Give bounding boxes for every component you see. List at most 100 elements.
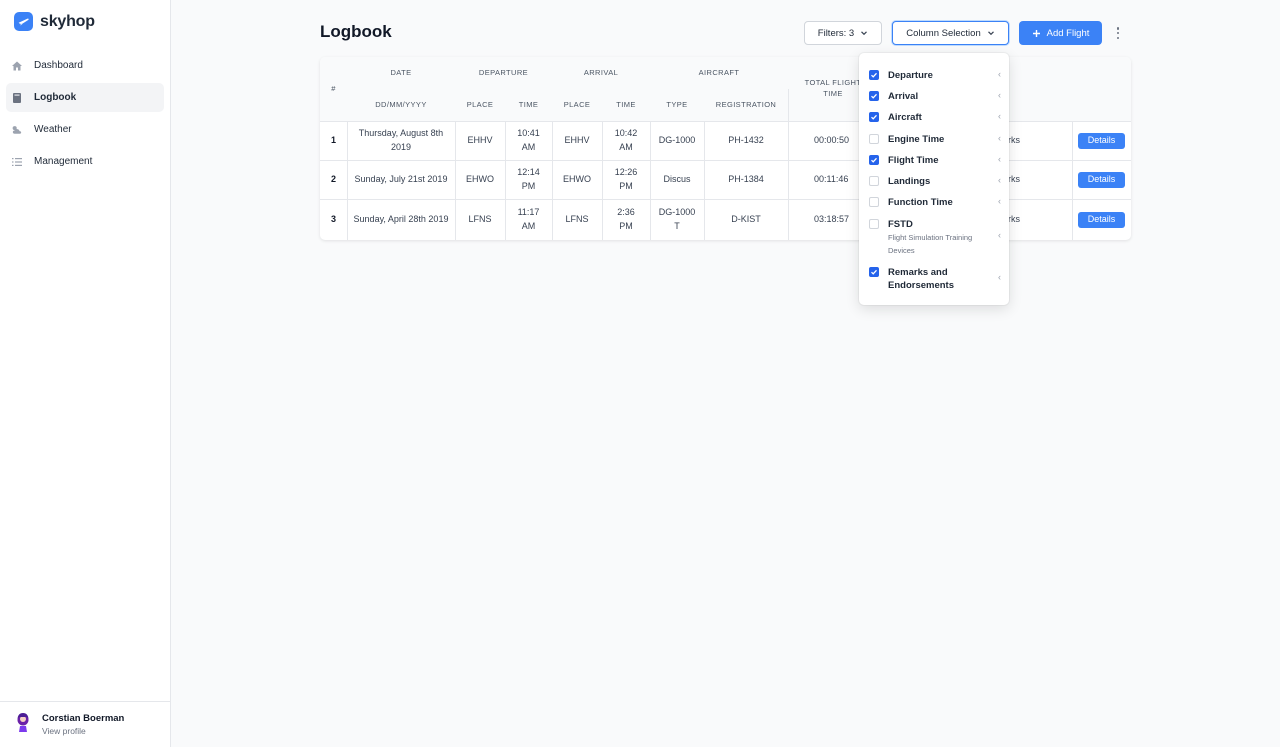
checkbox[interactable] xyxy=(869,134,879,144)
checkbox[interactable] xyxy=(869,70,879,80)
chevron-left-icon[interactable]: ‹ xyxy=(998,111,1001,121)
chevron-left-icon[interactable]: ‹ xyxy=(998,69,1001,79)
table-cell-type: Discus xyxy=(650,160,705,200)
column-option-aircraft[interactable]: Aircraft ‹ xyxy=(869,111,1001,124)
column-option-label: FSTD xyxy=(888,219,913,230)
sidebar-item-management[interactable]: Management xyxy=(6,147,164,176)
table-cell-date: Thursday, August 8th 2019 xyxy=(347,121,456,161)
skyhop-logo-icon xyxy=(14,12,33,31)
check-icon xyxy=(871,269,877,275)
sidebar-item-label: Management xyxy=(34,156,93,167)
header-actions xyxy=(1072,57,1131,122)
header-dep-place: Place xyxy=(455,89,506,122)
header-registration: Registration xyxy=(704,89,789,122)
details-button[interactable]: Details xyxy=(1078,211,1125,228)
header-departure: Departure xyxy=(455,57,553,90)
checkbox[interactable] xyxy=(869,91,879,101)
table-cell-date: Sunday, July 21st 2019 xyxy=(347,160,456,200)
chevron-left-icon[interactable]: ‹ xyxy=(998,90,1001,100)
user-profile[interactable]: Corstian Boerman View profile xyxy=(0,701,171,747)
checkbox[interactable] xyxy=(869,267,879,277)
table-cell-arr-time: 12:26 PM xyxy=(602,160,651,200)
column-option-label: Function Time xyxy=(888,197,953,208)
table-cell-arr-place: LFNS xyxy=(552,199,603,240)
more-options-icon[interactable] xyxy=(1112,25,1124,41)
chevron-left-icon[interactable]: ‹ xyxy=(998,133,1001,143)
column-option-fstd[interactable]: FSTD Flight Simulation Training Devices … xyxy=(869,218,1001,258)
column-option-label: Landings xyxy=(888,176,931,187)
chevron-down-icon xyxy=(861,31,868,36)
details-button[interactable]: Details xyxy=(1078,171,1125,188)
checkbox[interactable] xyxy=(869,112,879,122)
checkbox[interactable] xyxy=(869,155,879,165)
chevron-left-icon[interactable]: ‹ xyxy=(998,196,1001,206)
check-icon xyxy=(871,114,877,120)
column-option-label: Aircraft xyxy=(888,112,922,123)
table-cell-date: Sunday, April 28th 2019 xyxy=(347,199,456,240)
view-profile-link[interactable]: View profile xyxy=(42,726,124,736)
column-option-description: Flight Simulation Training Devices xyxy=(888,233,973,256)
header-arr-time: Time xyxy=(602,89,651,122)
table-cell-arr-place: EHHV xyxy=(552,121,603,161)
column-option-flight-time[interactable]: Flight Time ‹ xyxy=(869,154,1001,167)
book-icon xyxy=(11,92,23,104)
header-num: # xyxy=(320,57,348,122)
table-row-num: 1 xyxy=(320,121,348,161)
column-selection-button[interactable]: Column Selection xyxy=(892,21,1009,45)
add-flight-button[interactable]: Add Flight xyxy=(1019,21,1102,45)
checkbox[interactable] xyxy=(869,197,879,207)
column-option-remarks[interactable]: Remarks and Endorsements ‹ xyxy=(869,266,1001,293)
checkbox[interactable] xyxy=(869,219,879,229)
header-dep-time: Time xyxy=(505,89,553,122)
add-flight-label: Add Flight xyxy=(1046,27,1090,39)
checkbox[interactable] xyxy=(869,176,879,186)
sidebar-nav: Dashboard Logbook Weather Management xyxy=(6,51,164,179)
check-icon xyxy=(871,157,877,163)
cloud-sun-icon xyxy=(11,124,23,136)
table-cell-arr-time: 2:36 PM xyxy=(602,199,651,240)
table-row-num: 2 xyxy=(320,160,348,200)
table-cell-arr-place: EHWO xyxy=(552,160,603,200)
filters-button[interactable]: Filters: 3 xyxy=(804,21,882,45)
chevron-left-icon[interactable]: ‹ xyxy=(998,154,1001,164)
column-option-label: Engine Time xyxy=(888,134,945,145)
chevron-left-icon[interactable]: ‹ xyxy=(998,230,1001,240)
header-aircraft: Aircraft xyxy=(650,57,789,90)
table-cell-registration: PH-1432 xyxy=(704,121,789,161)
check-icon xyxy=(871,72,877,78)
column-option-arrival[interactable]: Arrival ‹ xyxy=(869,90,1001,103)
chevron-left-icon[interactable]: ‹ xyxy=(998,175,1001,185)
table-cell-dep-time: 11:17 AM xyxy=(505,199,553,240)
sidebar-item-label: Logbook xyxy=(34,92,77,103)
table-cell-registration: D-KIST xyxy=(704,199,789,240)
table-row-num: 3 xyxy=(320,199,348,240)
filters-label: Filters: 3 xyxy=(817,27,855,39)
table-cell-type: DG-1000 T xyxy=(650,199,705,240)
sidebar-item-weather[interactable]: Weather xyxy=(6,115,164,144)
sidebar-item-label: Weather xyxy=(34,124,72,135)
chevron-left-icon[interactable]: ‹ xyxy=(998,272,1001,282)
table-cell-registration: PH-1384 xyxy=(704,160,789,200)
check-icon xyxy=(871,93,877,99)
brand-name: skyhop xyxy=(40,12,95,30)
sidebar-item-logbook[interactable]: Logbook xyxy=(6,83,164,112)
column-option-function-time[interactable]: Function Time ‹ xyxy=(869,196,1001,209)
profile-name: Corstian Boerman xyxy=(42,713,125,724)
header-arr-place: Place xyxy=(552,89,603,122)
column-selection-menu: Departure ‹ Arrival ‹ Aircraft ‹ Engine … xyxy=(859,53,1009,305)
column-option-engine-time[interactable]: Engine Time ‹ xyxy=(869,133,1001,146)
table-cell-type: DG-1000 xyxy=(650,121,705,161)
sidebar-item-label: Dashboard xyxy=(34,60,83,71)
table-cell-arr-time: 10:42 AM xyxy=(602,121,651,161)
brand[interactable]: skyhop xyxy=(14,12,95,31)
table-cell-actions: Details xyxy=(1072,121,1131,161)
column-option-label: Departure xyxy=(888,70,933,81)
table-cell-actions: Details xyxy=(1072,160,1131,200)
table-cell-actions: Details xyxy=(1072,199,1131,240)
column-option-departure[interactable]: Departure ‹ xyxy=(869,69,1001,82)
sidebar-item-dashboard[interactable]: Dashboard xyxy=(6,51,164,80)
column-option-label: Remarks and Endorsements xyxy=(888,267,954,292)
list-check-icon xyxy=(11,156,23,168)
column-option-landings[interactable]: Landings ‹ xyxy=(869,175,1001,188)
details-button[interactable]: Details xyxy=(1078,132,1125,149)
